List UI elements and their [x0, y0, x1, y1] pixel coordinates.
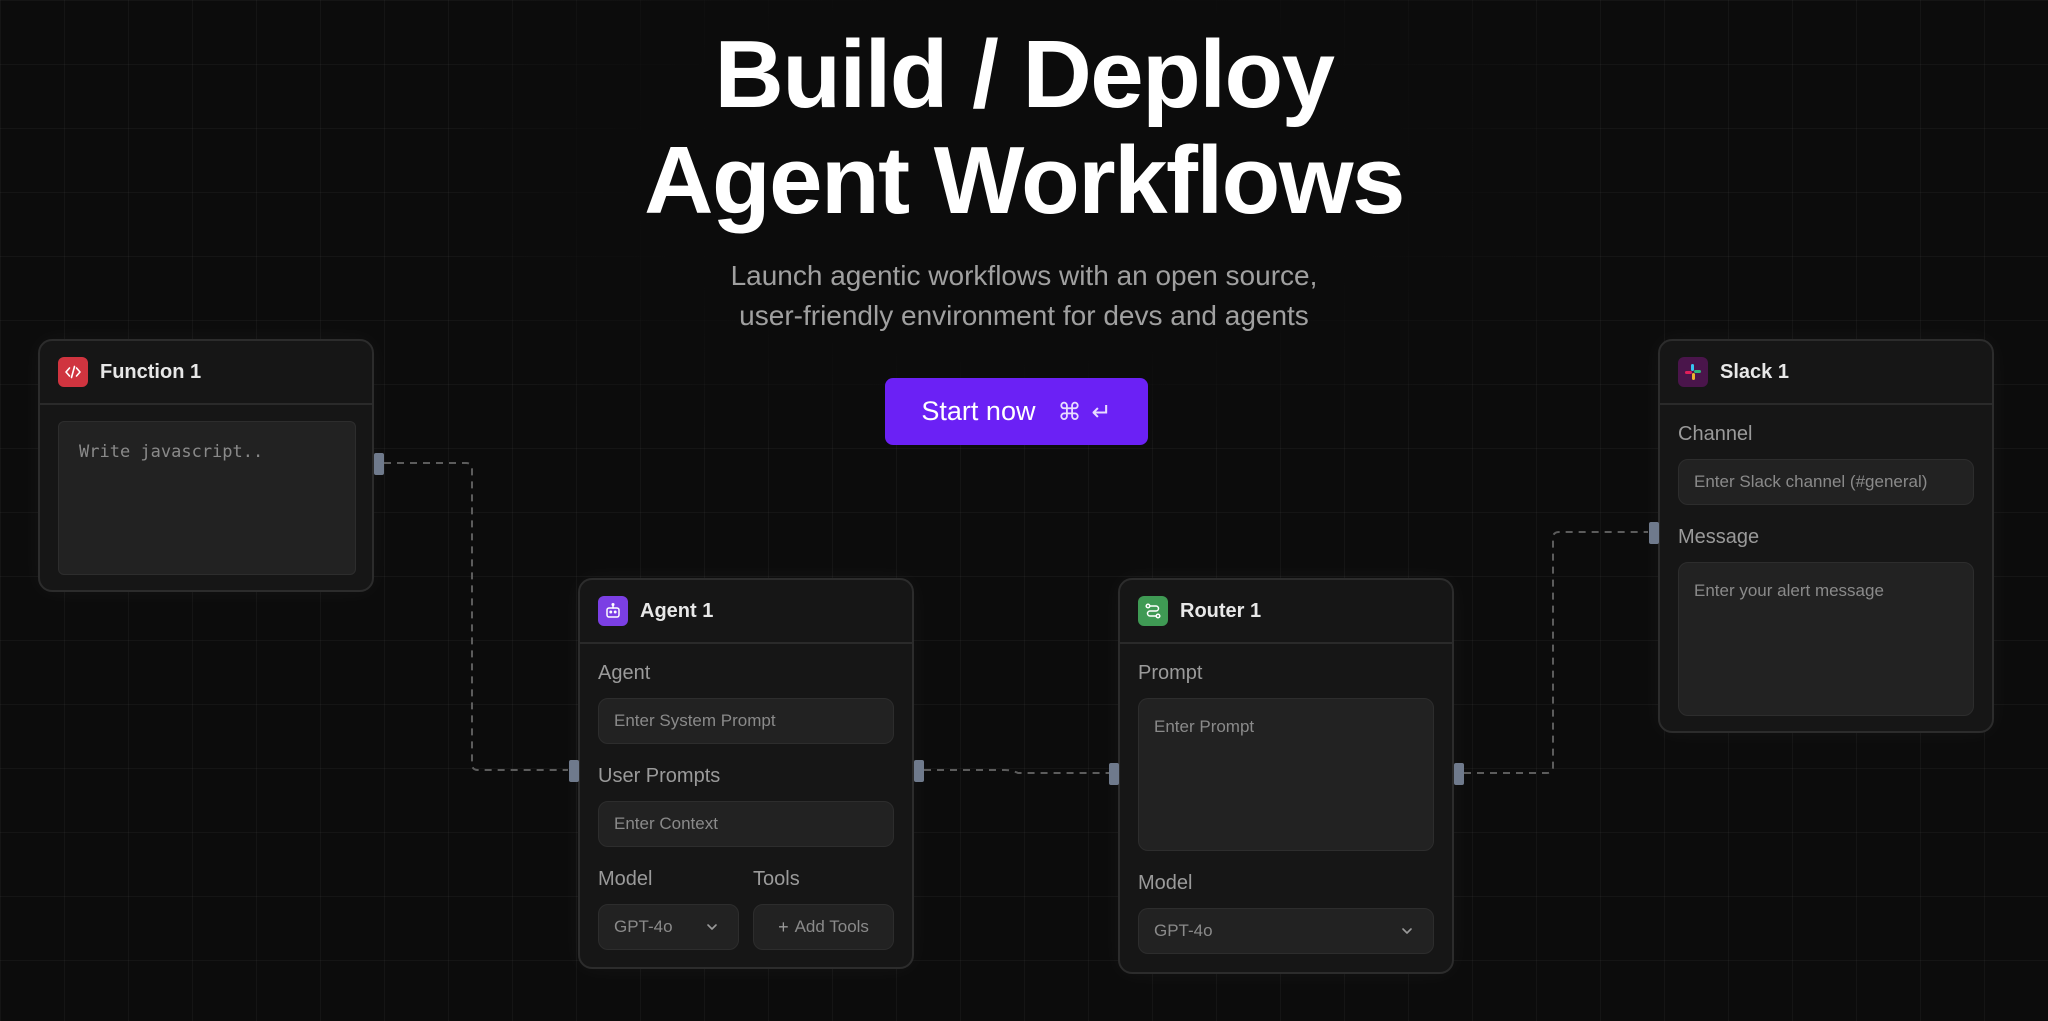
agent-output-handle[interactable]	[914, 760, 924, 782]
hero-title-line1: Build / Deploy	[714, 21, 1335, 128]
channel-label: Channel	[1678, 423, 1753, 445]
agent-label: Agent	[598, 662, 651, 684]
system-prompt-placeholder: Enter System Prompt	[614, 711, 776, 730]
hero-title: Build / Deploy Agent Workflows	[0, 22, 2048, 234]
start-now-button[interactable]: Start now ⌘ ↵	[885, 378, 1148, 445]
slack-node-title: Slack 1	[1720, 360, 1789, 383]
agent-node-title: Agent 1	[640, 599, 714, 622]
router-node-header[interactable]: Router 1	[1120, 580, 1452, 644]
agent-model-label: Model	[598, 868, 653, 890]
tools-label: Tools	[753, 868, 800, 890]
agent-model-value: GPT-4o	[614, 917, 673, 936]
message-label: Message	[1678, 526, 1760, 548]
slack-input-handle[interactable]	[1649, 522, 1659, 544]
message-placeholder: Enter your alert message	[1694, 581, 1884, 600]
hero-subtitle: Launch agentic workflows with an open so…	[0, 256, 2048, 336]
channel-input[interactable]: Enter Slack channel (#general)	[1678, 459, 1974, 505]
function-node-header[interactable]: Function 1	[40, 341, 372, 405]
keyboard-shortcut: ⌘ ↵	[1057, 398, 1111, 426]
slack-icon	[1678, 357, 1708, 387]
enter-key-icon: ↵	[1091, 397, 1112, 426]
robot-icon	[598, 596, 628, 626]
router-model-select[interactable]: GPT-4o	[1138, 908, 1434, 954]
prompt-placeholder: Enter Prompt	[1154, 717, 1255, 736]
function-node[interactable]: Function 1 Write javascript..	[38, 339, 374, 592]
add-tools-button[interactable]: + Add Tools	[753, 904, 894, 950]
message-textarea[interactable]: Enter your alert message	[1678, 562, 1974, 716]
hero-title-line2: Agent Workflows	[644, 127, 1405, 234]
agent-node[interactable]: Agent 1 Agent Enter System Prompt User P…	[578, 578, 914, 969]
router-model-value: GPT-4o	[1154, 921, 1213, 940]
router-input-handle[interactable]	[1109, 763, 1119, 785]
start-now-label: Start now	[921, 396, 1036, 426]
add-tools-label: Add Tools	[794, 917, 869, 936]
code-icon	[58, 357, 88, 387]
code-placeholder: Write javascript..	[79, 442, 264, 462]
prompt-label: Prompt	[1138, 662, 1203, 684]
wire-router-to-slack	[1464, 531, 1648, 774]
chevron-down-icon	[1402, 928, 1412, 934]
router-output-handle[interactable]	[1454, 763, 1464, 785]
agent-model-select[interactable]: GPT-4o	[598, 904, 739, 950]
slack-node-header[interactable]: Slack 1	[1660, 341, 1992, 405]
agent-node-header[interactable]: Agent 1	[580, 580, 912, 644]
chevron-down-icon	[707, 924, 717, 930]
agent-input-handle[interactable]	[569, 760, 579, 782]
wire-agent-to-router	[924, 769, 1110, 774]
hero-subtitle-line1: Launch agentic workflows with an open so…	[730, 260, 1318, 291]
code-editor[interactable]: Write javascript..	[58, 421, 356, 575]
context-input[interactable]: Enter Context	[598, 801, 894, 847]
prompt-textarea[interactable]: Enter Prompt	[1138, 698, 1434, 851]
slack-node[interactable]: Slack 1 Channel Enter Slack channel (#ge…	[1658, 339, 1994, 733]
route-icon	[1138, 596, 1168, 626]
user-prompts-label: User Prompts	[598, 765, 721, 787]
router-node-title: Router 1	[1180, 599, 1262, 622]
context-placeholder: Enter Context	[614, 814, 718, 833]
router-model-label: Model	[1138, 872, 1193, 894]
command-key-icon: ⌘	[1057, 397, 1082, 426]
system-prompt-input[interactable]: Enter System Prompt	[598, 698, 894, 744]
wire-function-to-agent	[384, 462, 568, 771]
router-node[interactable]: Router 1 Prompt Enter Prompt Model GPT-4…	[1118, 578, 1454, 974]
plus-icon: +	[778, 916, 789, 937]
hero-subtitle-line2: user-friendly environment for devs and a…	[739, 300, 1309, 331]
channel-placeholder: Enter Slack channel (#general)	[1694, 472, 1928, 491]
function-node-title: Function 1	[100, 360, 202, 383]
function-output-handle[interactable]	[374, 453, 384, 475]
